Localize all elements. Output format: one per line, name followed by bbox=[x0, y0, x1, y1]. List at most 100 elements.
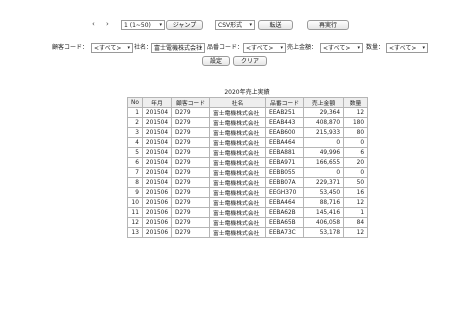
column-header-customer-code: 顧客コード bbox=[171, 97, 211, 108]
cell-customer-code: D279 bbox=[171, 167, 211, 178]
product-code-label: 品番コード： bbox=[207, 44, 244, 51]
table-row: 12 201506 D279 富士電機株式会社 EEBA65B 406,058 84 bbox=[127, 217, 369, 228]
chevron-down-icon: ▾ bbox=[280, 45, 283, 51]
quantity-select[interactable]: <すべて> ▾ bbox=[386, 43, 428, 53]
cell-year-month: 201506 bbox=[141, 217, 173, 228]
page-select[interactable]: 1 (1~50) ▾ bbox=[121, 20, 165, 30]
cell-quantity: 50 bbox=[343, 177, 369, 188]
clear-button[interactable]: クリア bbox=[233, 56, 267, 66]
cell-product-code: EEBA62B bbox=[265, 207, 305, 218]
cell-no: 3 bbox=[127, 127, 143, 138]
cell-customer-code: D279 bbox=[171, 147, 211, 158]
cell-quantity: 16 bbox=[343, 187, 369, 198]
cell-year-month: 201506 bbox=[141, 187, 173, 198]
transfer-button[interactable]: 転送 bbox=[258, 20, 293, 30]
page-select-value: 1 (1~50) bbox=[124, 22, 151, 29]
prev-page-arrow[interactable]: ‹ bbox=[92, 19, 95, 29]
cell-company: 富士電機株式会社 bbox=[209, 177, 267, 188]
rerun-button[interactable]: 再実行 bbox=[307, 20, 349, 30]
cell-no: 12 bbox=[127, 217, 143, 228]
cell-customer-code: D279 bbox=[171, 177, 211, 188]
cell-sales-amount: 0 bbox=[303, 167, 345, 178]
cell-company: 富士電機株式会社 bbox=[209, 217, 267, 228]
cell-no: 8 bbox=[127, 177, 143, 188]
cell-quantity: 0 bbox=[343, 137, 369, 148]
sales-amount-value: <すべて> bbox=[323, 45, 351, 52]
cell-product-code: EEBA464 bbox=[265, 137, 305, 148]
table-caption: 2020年売上実績 bbox=[224, 89, 270, 96]
cell-customer-code: D279 bbox=[171, 197, 211, 208]
set-button[interactable]: 設定 bbox=[202, 56, 230, 66]
cell-product-code: EEBA881 bbox=[265, 147, 305, 158]
cell-company: 富士電機株式会社 bbox=[209, 187, 267, 198]
customer-code-select[interactable]: <すべて> ▾ bbox=[91, 43, 133, 53]
cell-company: 富士電機株式会社 bbox=[209, 107, 267, 118]
format-select[interactable]: CSV形式 ▾ bbox=[215, 20, 255, 30]
chevron-down-icon: ▾ bbox=[199, 45, 202, 51]
jump-button[interactable]: ジャンプ bbox=[166, 20, 203, 30]
cell-no: 11 bbox=[127, 207, 143, 218]
table-row: 1 201504 D279 富士電機株式会社 EEAB251 29,364 12 bbox=[127, 107, 369, 118]
table-row: 9 201506 D279 富士電機株式会社 EEGH370 53,450 16 bbox=[127, 187, 369, 198]
cell-product-code: EEAB251 bbox=[265, 107, 305, 118]
cell-product-code: EEBB055 bbox=[265, 167, 305, 178]
chevron-down-icon: ▾ bbox=[357, 45, 360, 51]
column-header-sales-amount: 売上金額 bbox=[303, 97, 345, 108]
cell-quantity: 12 bbox=[343, 227, 369, 238]
cell-customer-code: D279 bbox=[171, 127, 211, 138]
cell-product-code: EEAB600 bbox=[265, 127, 305, 138]
table-header-row: No 年月 顧客コード 社名 品番コード 売上金額 数量 bbox=[127, 97, 369, 108]
cell-customer-code: D279 bbox=[171, 107, 211, 118]
cell-customer-code: D279 bbox=[171, 157, 211, 168]
cell-year-month: 201506 bbox=[141, 197, 173, 208]
cell-product-code: EEBA73C bbox=[265, 227, 305, 238]
table-row: 4 201504 D279 富士電機株式会社 EEBA464 0 0 bbox=[127, 137, 369, 148]
cell-sales-amount: 166,655 bbox=[303, 157, 345, 168]
table-row: 13 201506 D279 富士電機株式会社 EEBA73C 53,178 12 bbox=[127, 227, 369, 238]
sales-amount-label: 売上金額： bbox=[287, 44, 318, 51]
cell-no: 4 bbox=[127, 137, 143, 148]
cell-customer-code: D279 bbox=[171, 217, 211, 228]
cell-company: 富士電機株式会社 bbox=[209, 127, 267, 138]
cell-company: 富士電機株式会社 bbox=[209, 167, 267, 178]
column-header-no: No bbox=[127, 97, 143, 108]
cell-sales-amount: 53,178 bbox=[303, 227, 345, 238]
column-header-year-month: 年月 bbox=[141, 97, 173, 108]
company-select[interactable]: 富士電機株式会社 ▾ bbox=[151, 43, 205, 53]
cell-company: 富士電機株式会社 bbox=[209, 197, 267, 208]
cell-year-month: 201504 bbox=[141, 137, 173, 148]
company-label: 社名： bbox=[134, 44, 153, 51]
column-header-product-code: 品番コード bbox=[265, 97, 305, 108]
cell-product-code: EEGH370 bbox=[265, 187, 305, 198]
chevron-down-icon: ▾ bbox=[249, 22, 252, 28]
cell-sales-amount: 49,996 bbox=[303, 147, 345, 158]
sales-amount-select[interactable]: <すべて> ▾ bbox=[320, 43, 363, 53]
cell-quantity: 84 bbox=[343, 217, 369, 228]
cell-product-code: EEBA971 bbox=[265, 157, 305, 168]
cell-company: 富士電機株式会社 bbox=[209, 207, 267, 218]
cell-quantity: 80 bbox=[343, 127, 369, 138]
cell-no: 7 bbox=[127, 167, 143, 178]
cell-sales-amount: 88,716 bbox=[303, 197, 345, 208]
next-page-arrow[interactable]: › bbox=[106, 19, 109, 29]
column-header-quantity: 数量 bbox=[343, 97, 369, 108]
table-row: 2 201504 D279 富士電機株式会社 EEAB443 408,870 180 bbox=[127, 117, 369, 128]
company-value: 富士電機株式会社 bbox=[154, 45, 203, 52]
cell-product-code: EEBA65B bbox=[265, 217, 305, 228]
sales-table: No 年月 顧客コード 社名 品番コード 売上金額 数量 1 201504 D279… bbox=[127, 97, 369, 238]
cell-no: 1 bbox=[127, 107, 143, 118]
table-row: 11 201506 D279 富士電機株式会社 EEBA62B 145,416 1 bbox=[127, 207, 369, 218]
cell-year-month: 201504 bbox=[141, 107, 173, 118]
product-code-select[interactable]: <すべて> ▾ bbox=[243, 43, 286, 53]
cell-company: 富士電機株式会社 bbox=[209, 147, 267, 158]
format-select-value: CSV形式 bbox=[218, 22, 243, 29]
cell-product-code: EEBA464 bbox=[265, 197, 305, 208]
cell-customer-code: D279 bbox=[171, 137, 211, 148]
cell-quantity: 20 bbox=[343, 157, 369, 168]
cell-quantity: 6 bbox=[343, 147, 369, 158]
cell-year-month: 201506 bbox=[141, 207, 173, 218]
cell-company: 富士電機株式会社 bbox=[209, 137, 267, 148]
customer-code-label: 顧客コード： bbox=[52, 44, 89, 51]
table-row: 5 201504 D279 富士電機株式会社 EEBA881 49,996 6 bbox=[127, 147, 369, 158]
table-row: 10 201506 D279 富士電機株式会社 EEBA464 88,716 12 bbox=[127, 197, 369, 208]
